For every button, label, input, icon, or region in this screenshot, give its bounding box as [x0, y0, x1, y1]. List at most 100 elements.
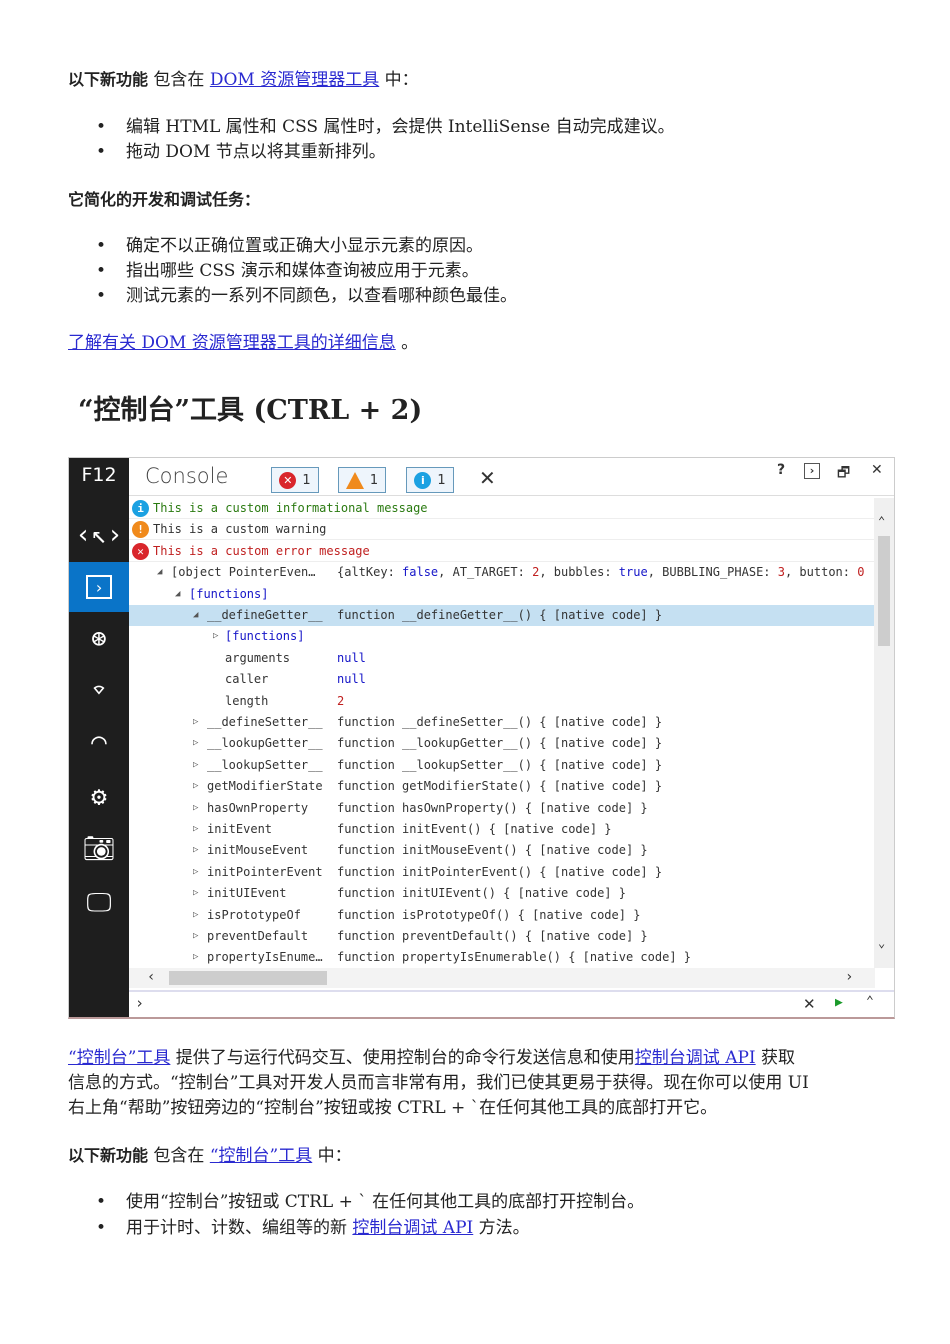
console-api-link[interactable]: 控制台调试 API: [635, 1048, 756, 1068]
console-input[interactable]: › ✕ ▶ ⌃: [129, 990, 894, 1018]
property-row[interactable]: ▷ propertyIsEnume… function propertyIsEnum…: [129, 947, 875, 968]
console-message[interactable]: This is a custom informational message i: [129, 498, 875, 519]
property-row[interactable]: ▷ preventDefault function preventDefault()…: [129, 926, 875, 947]
console-message[interactable]: This is a custom error message ✕: [129, 541, 875, 562]
scroll-left-icon[interactable]: ‹: [147, 969, 155, 985]
expand-arrow-icon[interactable]: ▷: [193, 819, 198, 840]
console-api-link[interactable]: 控制台调试 API: [352, 1218, 473, 1238]
list-item: 编辑 HTML 属性和 CSS 属性时，会提供 IntelliSense 自动完…: [96, 116, 675, 138]
error-icon: ✕: [279, 471, 297, 489]
emulation-icon[interactable]: 🖵︎: [69, 878, 129, 928]
scroll-down-icon[interactable]: ⌄: [878, 936, 885, 950]
close-button[interactable]: ✕: [871, 462, 883, 478]
property-key: isPrototypeOf: [207, 907, 301, 922]
property-value: function initMouseEvent() { [native code…: [337, 843, 648, 858]
property-key: __lookupGetter__: [207, 736, 323, 751]
property-row[interactable]: ▷ initEvent function initEvent() { [native…: [129, 819, 875, 840]
functions-group[interactable]: ◢ [functions]: [129, 584, 875, 605]
expand-arrow-icon[interactable]: ▷: [213, 626, 218, 647]
dom-explorer-link[interactable]: DOM 资源管理器工具: [210, 70, 379, 90]
property-key: initEvent: [207, 822, 273, 836]
expand-arrow-icon[interactable]: ▷: [193, 947, 198, 968]
expand-arrow-icon[interactable]: ▷: [193, 776, 198, 797]
list-item: 指出哪些 CSS 演示和媒体查询被应用于元素。: [96, 260, 479, 282]
clear-input-button[interactable]: ✕: [803, 995, 816, 1013]
functions-group[interactable]: ▷ [functions]: [129, 626, 875, 647]
undock-button[interactable]: 🗗: [837, 462, 850, 486]
console-message[interactable]: This is a custom warning!: [129, 519, 875, 541]
property-key: initUIEvent: [207, 886, 287, 901]
property-value: function __defineSetter__() { [native co…: [337, 715, 663, 729]
clear-console-button[interactable]: ✕: [479, 466, 496, 490]
debugger-icon[interactable]: ⊛: [69, 614, 129, 664]
console-icon[interactable]: ›: [69, 562, 129, 612]
collapse-arrow-icon[interactable]: ◢: [157, 562, 162, 583]
property-value: function preventDefault() { [native code…: [337, 929, 648, 943]
text: 获取: [755, 1048, 796, 1068]
text: 方法。: [473, 1218, 530, 1238]
run-button[interactable]: ▶: [835, 995, 843, 1010]
property-key: This is a custom warning: [153, 522, 327, 537]
property-row[interactable]: ▷ isPrototypeOf function isPrototypeOf() {…: [129, 905, 875, 926]
expand-arrow-icon[interactable]: ▷: [193, 733, 198, 754]
camera-icon[interactable]: 📷︎: [69, 824, 129, 874]
expand-input-button[interactable]: ⌃: [866, 994, 874, 1009]
learn-more: 了解有关 DOM 资源管理器工具的详细信息 。: [68, 332, 418, 354]
property-row[interactable]: ▷ initUIEvent function initUIEvent() { [na…: [129, 883, 875, 904]
property-row[interactable]: caller null: [129, 669, 875, 690]
collapse-arrow-icon[interactable]: ◢: [175, 584, 180, 605]
count: 1: [437, 472, 446, 488]
expand-arrow-icon[interactable]: ▷: [193, 926, 198, 947]
help-button[interactable]: ?: [777, 462, 785, 478]
expand-arrow-icon[interactable]: ▷: [193, 883, 198, 904]
features-intro: 以下新功能 包含在 DOM 资源管理器工具 中：: [68, 69, 419, 91]
property-row[interactable]: arguments null: [129, 648, 875, 669]
scroll-up-icon[interactable]: ⌃: [878, 514, 885, 528]
warning-filter-button[interactable]: 1: [338, 467, 386, 493]
error-filter-button[interactable]: ✕ 1: [271, 467, 319, 493]
property-value: function initUIEvent() { [native code] }: [337, 886, 626, 901]
expand-arrow-icon[interactable]: ▷: [193, 712, 198, 733]
expand-arrow-icon[interactable]: ▷: [193, 862, 198, 883]
expand-arrow-icon[interactable]: ▷: [193, 755, 198, 776]
property-row[interactable]: ▷ initMouseEvent function initMouseEvent()…: [129, 840, 875, 861]
console-tool-link[interactable]: “控制台”工具: [210, 1146, 312, 1166]
text: 。: [395, 333, 419, 353]
console-tool-link[interactable]: “控制台”工具: [68, 1048, 170, 1068]
info-icon: i: [414, 471, 432, 489]
dom-explorer-icon[interactable]: ‹↖›: [69, 510, 129, 560]
info-filter-button[interactable]: i1: [406, 467, 454, 493]
property-row[interactable]: ▷ hasOwnProperty function hasOwnProperty()…: [129, 798, 875, 819]
network-icon[interactable]: ⌔: [69, 666, 129, 716]
collapse-arrow-icon[interactable]: ◢: [193, 605, 198, 626]
vertical-scrollbar[interactable]: ⌃ ⌄: [874, 498, 894, 968]
scroll-right-icon[interactable]: ›: [845, 969, 853, 985]
list-item: 拖动 DOM 节点以将其重新排列。: [96, 141, 386, 163]
scroll-thumb[interactable]: [878, 536, 890, 646]
horizontal-scrollbar[interactable]: ‹ ›: [129, 968, 875, 988]
text: 包含在: [148, 1146, 210, 1166]
expand-arrow-icon[interactable]: ▷: [193, 840, 198, 861]
property-row[interactable]: ▷ __lookupSetter__ function __lookupSetter…: [129, 755, 875, 776]
text: 提供了与运行代码交互、使用控制台的命令行发送信息和使用: [175, 1048, 635, 1068]
property-row[interactable]: ▷ getModifierState function getModifierSta…: [129, 776, 875, 797]
console-toggle-button[interactable]: ›: [804, 463, 820, 479]
scroll-thumb[interactable]: [169, 971, 327, 985]
expand-arrow-icon[interactable]: ▷: [193, 798, 198, 819]
property-row[interactable]: length 2: [129, 691, 875, 712]
expand-arrow-icon[interactable]: ▷: [193, 905, 198, 926]
performance-icon[interactable]: ◠: [69, 718, 129, 768]
learn-more-link[interactable]: 了解有关 DOM 资源管理器工具的详细信息: [68, 333, 396, 353]
selected-property-row[interactable]: ◢ __defineGetter__ function __defineGetter…: [129, 605, 875, 626]
property-row[interactable]: ▷ __lookupGetter__ function __lookupGetter…: [129, 733, 875, 754]
property-key: [functions]: [189, 586, 269, 601]
object-row[interactable]: ◢ [object PointerEven… {altKey: false, AT_…: [129, 562, 875, 583]
property-row[interactable]: ▷ initPointerEvent function initPointerEve…: [129, 862, 875, 883]
property-key: length: [225, 693, 269, 708]
property-value: 2: [337, 693, 345, 708]
memory-icon[interactable]: ⚙: [69, 772, 129, 822]
text: 中：: [312, 1146, 352, 1166]
property-value: function hasOwnProperty() { [native code…: [337, 800, 648, 815]
property-value: function __lookupSetter__() { [native co…: [337, 757, 663, 772]
property-row[interactable]: ▷ __defineSetter__ function __defineSetter…: [129, 712, 875, 733]
